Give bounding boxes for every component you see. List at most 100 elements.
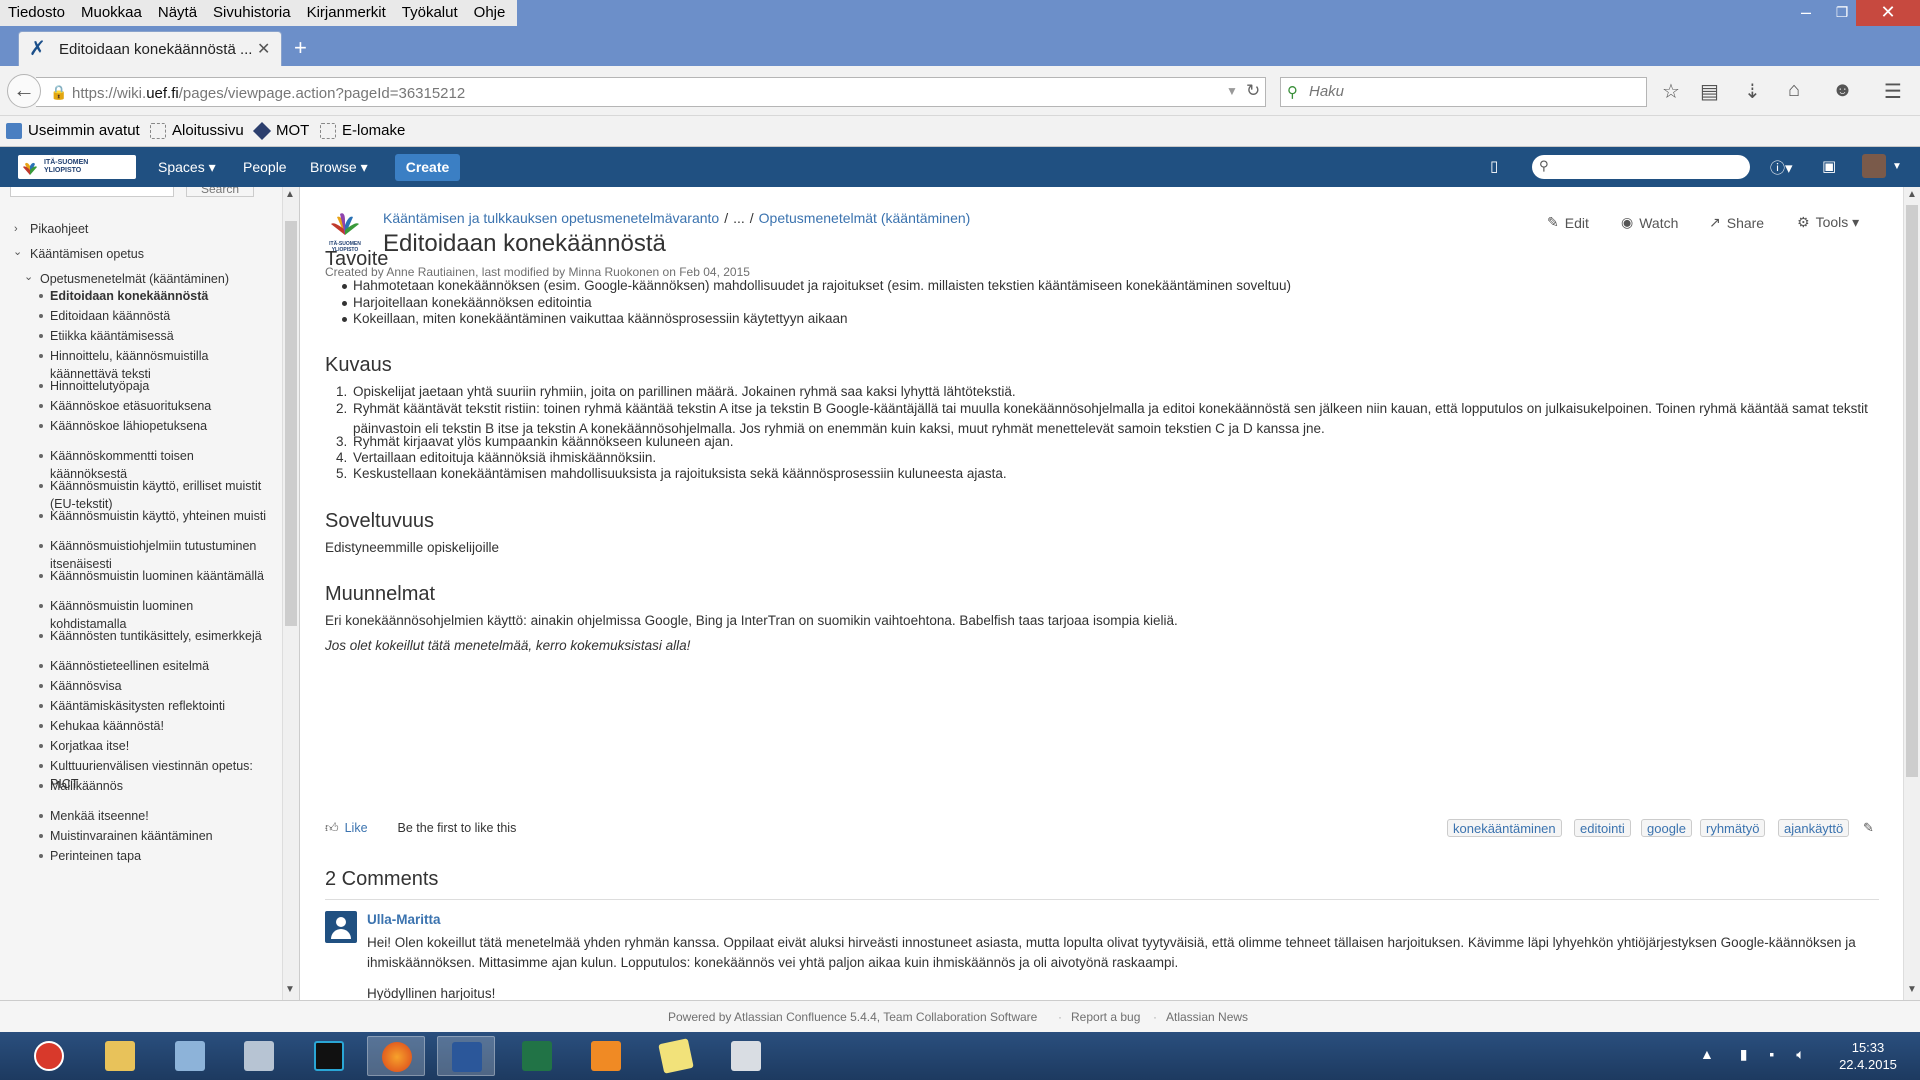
battery-icon[interactable]: ▮ <box>1740 1046 1748 1062</box>
volume-icon[interactable]: 🔈︎ <box>1796 1046 1804 1062</box>
scroll-up-icon[interactable]: ▲ <box>1907 189 1917 200</box>
edit-button[interactable]: ✎ Edit <box>1547 214 1589 231</box>
scroll-thumb[interactable] <box>285 221 297 626</box>
label-tag[interactable]: konekääntäminen <box>1447 819 1562 837</box>
menu-view[interactable]: Näytä <box>150 0 205 26</box>
footer-atlassian-news[interactable]: Atlassian News <box>1166 1010 1248 1024</box>
sidebar-scrollbar[interactable]: ▲ ▼ <box>282 187 299 1000</box>
sidebar-toggle-icon[interactable]: ▯ <box>1490 157 1498 175</box>
tree-item[interactable]: Käännösmuistin käyttö, yhteinen muisti <box>50 507 272 525</box>
sidebar-search-input[interactable] <box>10 187 174 197</box>
help-icon[interactable]: ⓘ▾ <box>1770 157 1793 178</box>
new-tab-icon[interactable]: + <box>294 35 307 61</box>
create-button[interactable]: Create <box>395 154 460 181</box>
breadcrumb-space[interactable]: Kääntämisen ja tulkkauksen opetusmenetel… <box>383 210 719 226</box>
taskbar-excel[interactable] <box>508 1036 566 1076</box>
site-logo[interactable]: ITÄ-SUOMEN YLIOPISTO <box>18 155 136 179</box>
url-dropdown-icon[interactable]: ▼ <box>1226 84 1238 98</box>
footer-powered-by[interactable]: Powered by Atlassian Confluence 5.4.4, T… <box>668 1010 1037 1024</box>
bookmark-most-visited[interactable]: Useimmin avatut <box>6 122 140 139</box>
search-engine-icon[interactable]: ⚲ <box>1287 83 1298 101</box>
bookmark-start-page[interactable]: Aloitussivu <box>150 122 244 139</box>
tree-item[interactable]: Käännösmuistin luominen kääntämällä <box>50 567 272 585</box>
tree-item[interactable]: Käännösten tuntikäsittely, esimerkkejä <box>50 627 272 645</box>
chevron-down-icon[interactable]: ⌄ <box>13 245 22 258</box>
label-tag[interactable]: ajankäyttö <box>1778 819 1850 837</box>
bookmark-mot[interactable]: MOT <box>252 121 309 140</box>
user-avatar[interactable] <box>1862 154 1886 178</box>
taskbar-control-panel[interactable] <box>161 1036 219 1076</box>
chevron-down-icon[interactable]: ⌄ <box>24 270 33 283</box>
tree-item[interactable]: Etiikka kääntämisessä <box>50 327 272 345</box>
menu-file[interactable]: Tiedosto <box>0 0 73 26</box>
tree-item-kaantamisen-opetus[interactable]: Kääntämisen opetus <box>30 245 270 263</box>
taskbar-security[interactable] <box>300 1036 358 1076</box>
lock-icon[interactable]: 🔒 <box>50 84 67 101</box>
minimize-icon[interactable]: – <box>1786 0 1826 26</box>
user-menu-chevron-down-icon[interactable]: ▼ <box>1892 161 1902 172</box>
share-button[interactable]: ↗ Share <box>1709 214 1764 231</box>
footer-report-bug[interactable]: Report a bug <box>1071 1010 1140 1024</box>
taskbar-notes[interactable] <box>647 1036 705 1076</box>
notifications-icon[interactable]: ▣ <box>1822 157 1836 175</box>
web-search-input[interactable] <box>1309 83 1629 100</box>
comment-author[interactable]: Ulla-Maritta <box>367 912 441 927</box>
tree-item[interactable]: Käännöskoe etäsuorituksena <box>50 397 272 415</box>
menu-bookmarks[interactable]: Kirjanmerkit <box>299 0 394 26</box>
nav-spaces[interactable]: Spaces ▾ <box>158 159 216 176</box>
taskbar-explorer[interactable] <box>91 1036 149 1076</box>
bookmark-e-form[interactable]: E-lomake <box>320 122 405 139</box>
taskbar-word[interactable] <box>437 1036 495 1076</box>
back-button[interactable]: ← <box>7 74 41 108</box>
scroll-thumb[interactable] <box>1906 205 1918 777</box>
taskbar-media[interactable] <box>577 1036 635 1076</box>
tree-item[interactable]: Editoidaan käännöstä <box>50 307 272 325</box>
thumbs-up-icon[interactable]: 👍︎ <box>325 820 339 836</box>
menu-help[interactable]: Ohje <box>466 0 514 26</box>
tree-item-pikaohjeet[interactable]: Pikaohjeet <box>30 220 270 238</box>
tree-item-opetusmenetelmat[interactable]: Opetusmenetelmät (kääntäminen) <box>40 270 280 288</box>
window-close-icon[interactable]: ✕ <box>1856 0 1920 26</box>
tree-item[interactable]: Käännösvisa <box>50 677 272 695</box>
tree-item[interactable]: Käännöstieteellinen esitelmä <box>50 657 272 675</box>
breadcrumb-ellipsis[interactable]: ... <box>733 210 745 226</box>
main-scrollbar[interactable]: ▲ ▼ <box>1903 187 1920 1000</box>
menu-history[interactable]: Sivuhistoria <box>205 0 299 26</box>
tree-item[interactable]: Editoidaan konekäännöstä <box>50 287 272 305</box>
label-tag[interactable]: google <box>1641 819 1693 837</box>
taskbar-firefox[interactable] <box>367 1036 425 1076</box>
edit-labels-pencil-icon[interactable]: ✎ <box>1863 820 1874 836</box>
taskbar-power-app[interactable] <box>20 1036 78 1076</box>
tree-item[interactable]: Perinteinen tapa <box>50 847 272 865</box>
tree-item[interactable]: Menkää itseenne! <box>50 807 272 825</box>
bookmark-star-icon[interactable]: ☆ <box>1662 79 1680 104</box>
url-bar[interactable]: 🔒 https://wiki.uef.fi/pages/viewpage.act… <box>36 77 1266 107</box>
scroll-down-icon[interactable]: ▼ <box>285 984 295 995</box>
label-tag[interactable]: editointi <box>1574 819 1631 837</box>
breadcrumb-parent[interactable]: Opetusmenetelmät (kääntäminen) <box>759 210 971 226</box>
tools-button[interactable]: ⚙ Tools ▾ <box>1797 214 1859 231</box>
tree-item[interactable]: Muistinvarainen kääntäminen <box>50 827 272 845</box>
taskbar-calculator[interactable] <box>717 1036 775 1076</box>
tree-item[interactable]: Kehukaa käännöstä! <box>50 717 272 735</box>
home-icon[interactable]: ⌂ <box>1788 79 1800 102</box>
tree-item[interactable]: Kääntämiskäsitysten reflektointi <box>50 697 272 715</box>
chevron-right-icon[interactable]: › <box>14 223 18 235</box>
signal-icon[interactable]: ▪ <box>1769 1046 1774 1062</box>
tab-active[interactable]: ✗ Editoidaan konekäännöstä ... ✕ <box>18 31 282 66</box>
tab-close-icon[interactable]: ✕ <box>257 39 270 59</box>
chat-icon[interactable]: ☻ <box>1832 79 1853 102</box>
reading-list-icon[interactable]: ▤ <box>1700 79 1719 104</box>
web-search-box[interactable]: ⚲ <box>1280 77 1647 107</box>
tree-item[interactable]: Hinnoittelutyöpaja <box>50 377 272 395</box>
scroll-down-icon[interactable]: ▼ <box>1907 984 1917 995</box>
label-tag[interactable]: ryhmätyö <box>1700 819 1766 837</box>
reload-icon[interactable]: ↻ <box>1246 81 1260 101</box>
scroll-up-icon[interactable]: ▲ <box>285 189 295 200</box>
taskbar-clock[interactable]: 15:33 22.4.2015 <box>1826 1039 1910 1073</box>
watch-button[interactable]: ◉ Watch <box>1621 214 1678 231</box>
downloads-icon[interactable]: ⇣ <box>1744 79 1761 104</box>
like-link[interactable]: Like <box>345 821 368 835</box>
confluence-search-input[interactable]: ⚲ <box>1532 155 1750 179</box>
nav-browse[interactable]: Browse ▾ <box>310 159 368 176</box>
